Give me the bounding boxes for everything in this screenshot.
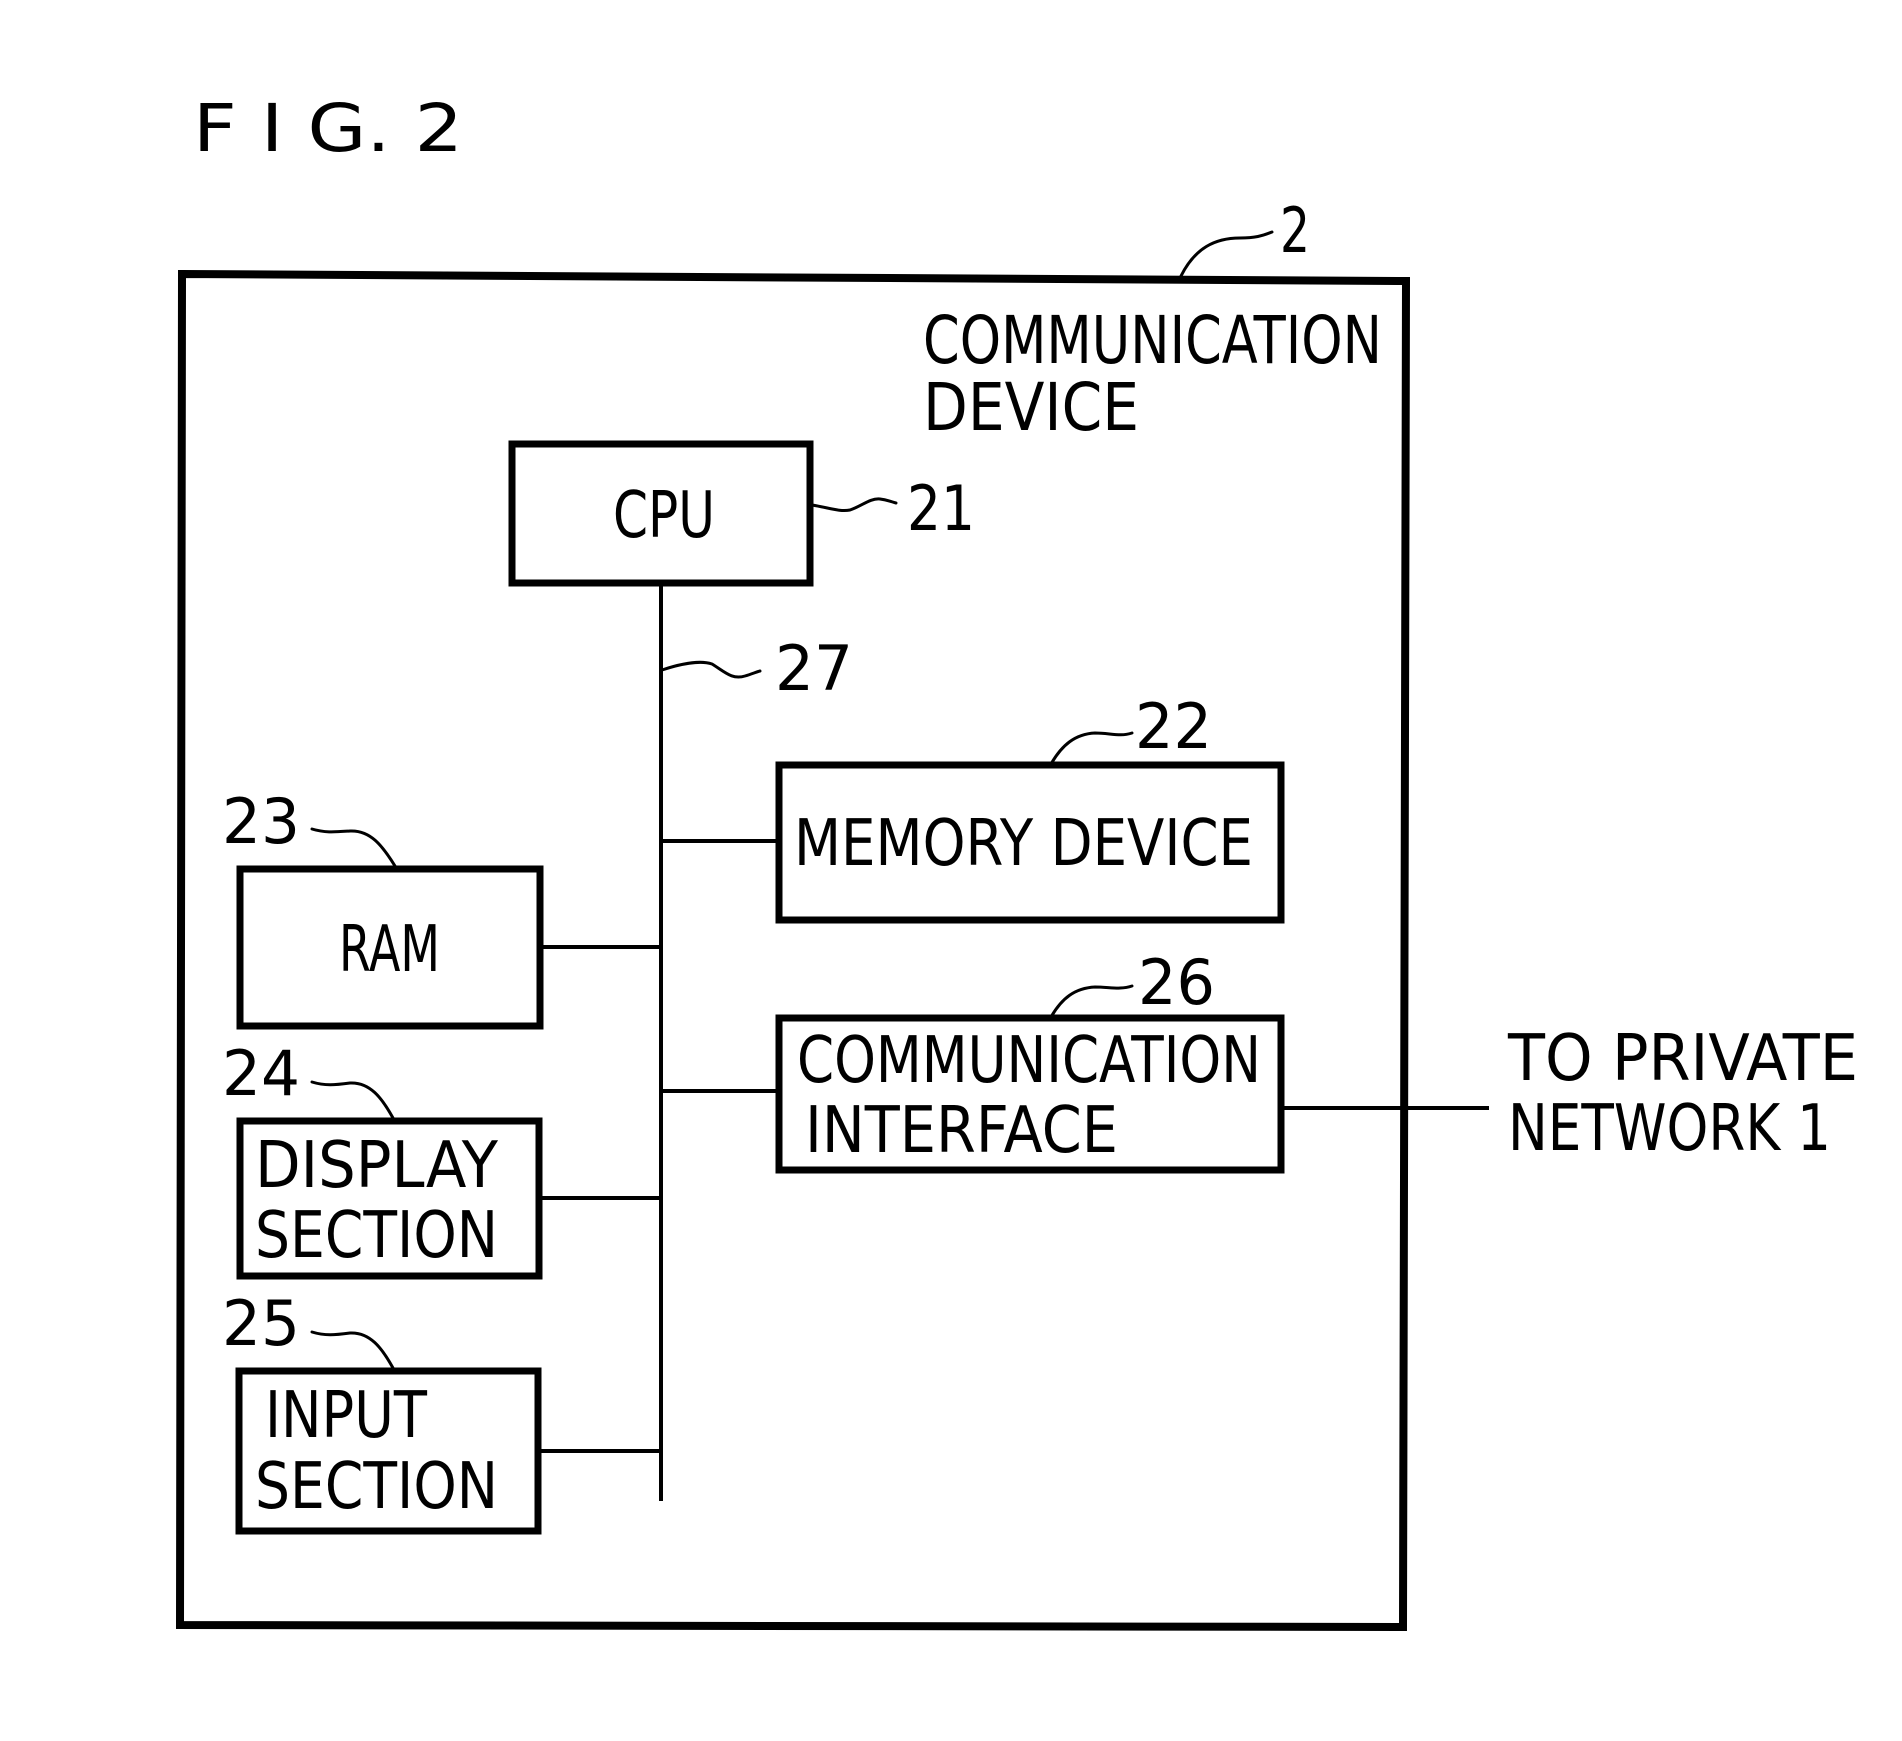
- device-label-line-1: COMMUNICATION: [923, 302, 1382, 379]
- device-ref-number: 2: [1280, 194, 1310, 267]
- cpu-ref-number: 21: [907, 472, 975, 545]
- device-label-line-2: DEVICE: [923, 369, 1139, 446]
- memory-device-label: MEMORY DEVICE: [794, 807, 1253, 881]
- ram-ref-leader: [310, 827, 397, 868]
- display-ref-leader: [310, 1080, 395, 1120]
- memory-ref-number: 22: [1135, 690, 1212, 763]
- network-label-line-2: NETWORK 1: [1508, 1092, 1831, 1166]
- cpu-ref-leader: [810, 497, 898, 512]
- cpu-label: CPU: [613, 479, 715, 553]
- input-ref-leader: [310, 1330, 395, 1370]
- comm-interface-ref-number: 26: [1138, 946, 1215, 1019]
- device-ref-leader: [1179, 230, 1274, 278]
- input-section-label-line-1: INPUT: [265, 1379, 428, 1453]
- display-ref-number: 24: [222, 1037, 300, 1110]
- input-ref-number: 25: [222, 1287, 300, 1360]
- bus-ref-leader: [660, 660, 762, 679]
- communication-interface-label-line-1: COMMUNICATION: [797, 1024, 1261, 1098]
- block-diagram: F I G. 2 2 COMMUNICATION DEVICE 27 CPU 2…: [175, 90, 1858, 1632]
- display-section-label-line-2: SECTION: [255, 1199, 498, 1273]
- display-section-label-line-1: DISPLAY: [255, 1129, 499, 1203]
- comm-interface-ref-leader: [1049, 984, 1134, 1019]
- communication-interface-label-line-2: INTERFACE: [805, 1094, 1118, 1168]
- network-label-line-1: TO PRIVATE: [1507, 1022, 1858, 1096]
- ram-ref-number: 23: [222, 785, 300, 858]
- input-section-label-line-2: SECTION: [255, 1450, 498, 1524]
- memory-ref-leader: [1049, 731, 1134, 766]
- ram-label: RAM: [339, 913, 440, 987]
- figure-title: F I G. 2: [193, 90, 463, 167]
- bus-ref-number: 27: [775, 632, 853, 705]
